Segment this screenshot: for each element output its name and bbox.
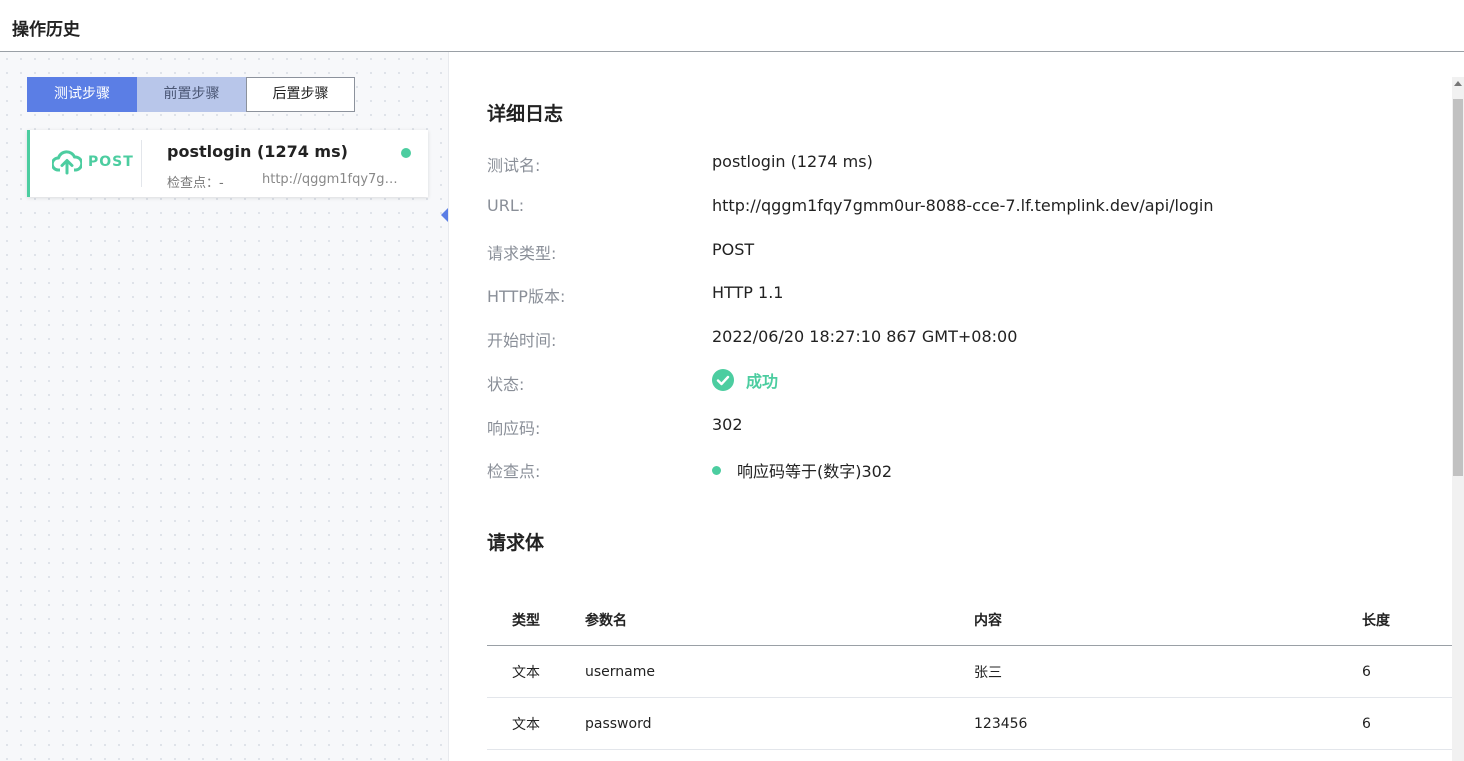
- check-circle-icon: [712, 369, 734, 391]
- label-http-version: HTTP版本:: [487, 287, 566, 306]
- status-text: 成功: [746, 372, 779, 391]
- label-test-name: 测试名:: [487, 156, 541, 175]
- method-badge: POST: [52, 149, 134, 175]
- label-status: 状态:: [487, 375, 525, 394]
- cell-length: 6: [1361, 697, 1452, 750]
- label-url: URL:: [487, 196, 525, 215]
- table-header-row: 类型 参数名 内容 长度: [487, 595, 1452, 646]
- label-request-type: 请求类型:: [487, 244, 557, 263]
- checkpoint-dot: [712, 465, 721, 475]
- step-card[interactable]: POST postlogin (1274 ms) 检查点：- http://qg…: [27, 130, 428, 197]
- label-start-time: 开始时间:: [487, 331, 557, 350]
- request-body-title: 请求体: [487, 532, 545, 554]
- checkpoint-text: 响应码等于(数字)302: [737, 462, 893, 481]
- request-body-table: 类型 参数名 内容 长度 文本 username 张三 6 文本 passwor…: [487, 595, 1452, 750]
- value-response-code: 302: [712, 415, 743, 434]
- cell-type: 文本: [487, 645, 584, 698]
- page-title: 操作历史: [12, 20, 80, 40]
- col-content: 内容: [973, 595, 1361, 646]
- selected-caret: [441, 208, 448, 222]
- table-row: 文本 username 张三 6: [487, 645, 1452, 698]
- cloud-upload-icon: [52, 150, 82, 175]
- label-checkpoint: 检查点:: [487, 462, 541, 481]
- value-http-version: HTTP 1.1: [712, 283, 784, 302]
- steps-panel: 测试步骤 前置步骤 后置步骤 POST postlogin (1274 ms) …: [0, 52, 449, 761]
- cell-length: 6: [1361, 645, 1452, 698]
- table-row: 文本 password 123456 6: [487, 697, 1452, 750]
- tab-test-steps[interactable]: 测试步骤: [27, 77, 137, 112]
- col-param-name: 参数名: [584, 595, 973, 646]
- detail-panel: 详细日志 测试名: postlogin (1274 ms) URL: http:…: [449, 52, 1464, 761]
- value-checkpoint: 响应码等于(数字)302: [712, 458, 892, 482]
- top-bar: 操作历史: [0, 0, 1464, 52]
- cell-content: 张三: [973, 645, 1361, 698]
- scroll-up-icon[interactable]: [1454, 81, 1462, 86]
- cell-param-name: username: [584, 645, 973, 698]
- cell-param-name: password: [584, 697, 973, 750]
- step-checkpoint: 检查点：-: [167, 176, 224, 191]
- step-url: http://qggm1fqy7gmm0ur-8088-cce-7.lf.tem…: [262, 172, 410, 187]
- value-url: http://qggm1fqy7gmm0ur-8088-cce-7.lf.tem…: [712, 196, 1214, 215]
- card-divider: [141, 140, 142, 187]
- value-status: 成功: [712, 368, 778, 392]
- label-response-code: 响应码:: [487, 419, 541, 438]
- value-start-time: 2022/06/20 18:27:10 867 GMT+08:00: [712, 327, 1018, 346]
- cell-type: 文本: [487, 697, 584, 750]
- col-type: 类型: [487, 595, 584, 646]
- step-tabs: 测试步骤 前置步骤 后置步骤: [27, 77, 355, 112]
- status-dot: [401, 148, 411, 158]
- scroll-thumb[interactable]: [1453, 99, 1463, 476]
- method-label: POST: [88, 154, 134, 170]
- value-request-type: POST: [712, 240, 755, 259]
- col-length: 长度: [1361, 595, 1452, 646]
- detail-log-title: 详细日志: [487, 103, 564, 125]
- cell-content: 123456: [973, 697, 1361, 750]
- tab-pre-steps[interactable]: 前置步骤: [137, 77, 246, 112]
- step-name: postlogin (1274 ms): [167, 142, 348, 161]
- vertical-scrollbar[interactable]: [1452, 77, 1464, 761]
- tab-post-steps[interactable]: 后置步骤: [246, 77, 355, 112]
- value-test-name: postlogin (1274 ms): [712, 152, 873, 171]
